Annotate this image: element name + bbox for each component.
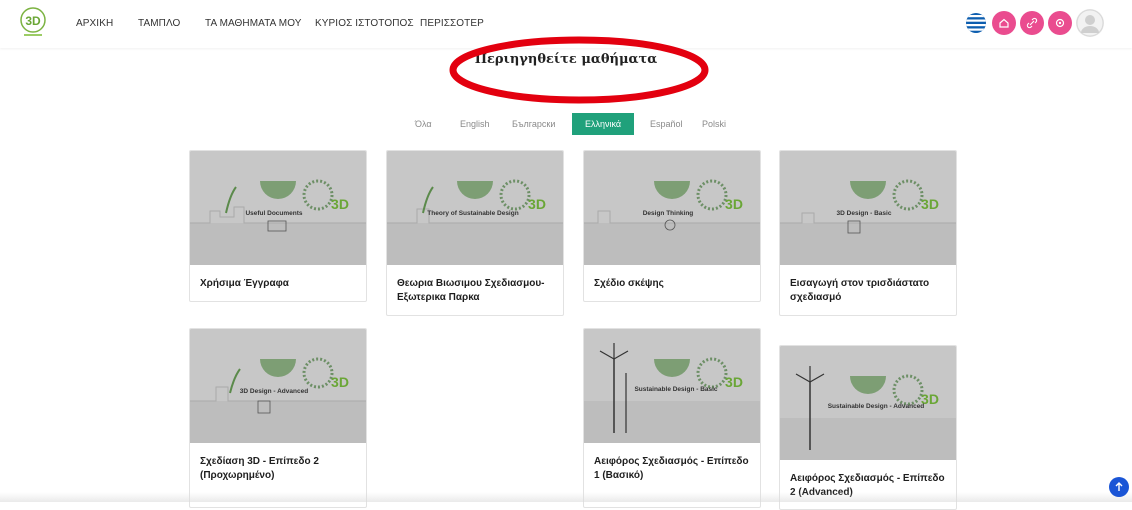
- home-icon[interactable]: [992, 11, 1016, 35]
- tab-all[interactable]: Όλα: [405, 113, 442, 135]
- course-banner-image: 3D Sustainable Design - Basic: [584, 329, 760, 443]
- course-title[interactable]: Χρήσιμα Έγγραφα: [190, 265, 366, 301]
- course-banner-image: 3D Design Thinking: [584, 151, 760, 265]
- banner-label: Useful Documents: [245, 210, 302, 217]
- course-title[interactable]: Σχέδιο σκέψης: [584, 265, 760, 301]
- bottom-shadow: [0, 492, 1132, 502]
- nav-home[interactable]: ΑΡΧΙΚΗ: [76, 18, 113, 29]
- nav-dashboard[interactable]: ΤΑΜΠΛΟ: [138, 18, 180, 29]
- site-logo[interactable]: 3D: [18, 6, 48, 38]
- arrow-up-icon: [1115, 482, 1123, 491]
- course-banner-image: 3D 3D Design - Basic: [780, 151, 956, 265]
- greece-flag-icon[interactable]: [964, 11, 988, 35]
- settings-icon[interactable]: [1048, 11, 1072, 35]
- course-title[interactable]: Θεωρια Βιωσιμου Σχεδιασμου- Εξωτερικα Πα…: [387, 265, 563, 315]
- tab-greek[interactable]: Ελληνικά: [572, 113, 634, 135]
- svg-text:3D: 3D: [528, 196, 546, 212]
- course-card[interactable]: 3D Theory of Sustainable Design Θεωρια Β…: [386, 150, 564, 316]
- course-card[interactable]: 3D Design Thinking Σχέδιο σκέψης: [583, 150, 761, 302]
- course-title[interactable]: Αειφόρος Σχεδιασμός - Επίπεδο 2 (Advance…: [780, 460, 956, 509]
- course-card[interactable]: 3D Useful Documents Χρήσιμα Έγγραφα: [189, 150, 367, 302]
- tab-bulgarian[interactable]: Български: [502, 113, 565, 135]
- banner-label: Sustainable Design - Basic: [634, 386, 717, 393]
- logo-text: 3D: [25, 14, 41, 28]
- banner-label: Theory of Sustainable Design: [427, 210, 518, 217]
- link-icon[interactable]: [1020, 11, 1044, 35]
- nav-main-site[interactable]: ΚΥΡΙΟΣ ΙΣΤΟΤΟΠΟΣ: [315, 18, 414, 29]
- tab-english[interactable]: English: [450, 113, 500, 135]
- course-card[interactable]: 3D Sustainable Design - Advanced Αειφόρο…: [779, 345, 957, 510]
- course-title[interactable]: Σχεδίαση 3D - Επίπεδο 2 (Προχωρημένο): [190, 443, 366, 493]
- svg-text:3D: 3D: [725, 374, 743, 390]
- tab-spanish[interactable]: Español: [640, 113, 693, 135]
- course-card[interactable]: 3D Sustainable Design - Basic Αειφόρος Σ…: [583, 328, 761, 508]
- course-card[interactable]: 3D 3D Design - Advanced Σχεδίαση 3D - Επ…: [189, 328, 367, 508]
- nav-more[interactable]: ΠΕΡΙΣΣΟΤΕΡ: [420, 18, 484, 29]
- tab-polish[interactable]: Polski: [692, 113, 736, 135]
- svg-text:3D: 3D: [331, 196, 349, 212]
- banner-label: Design Thinking: [643, 210, 694, 217]
- scroll-to-top-button[interactable]: [1109, 477, 1129, 497]
- course-banner-image: 3D Sustainable Design - Advanced: [780, 346, 956, 460]
- course-banner-image: 3D 3D Design - Advanced: [190, 329, 366, 443]
- annotation-ellipse: [449, 36, 709, 104]
- svg-text:3D: 3D: [725, 196, 743, 212]
- banner-label: 3D Design - Basic: [837, 210, 892, 217]
- banner-label: Sustainable Design - Advanced: [828, 403, 925, 410]
- user-avatar[interactable]: [1076, 9, 1104, 37]
- course-banner-image: 3D Theory of Sustainable Design: [387, 151, 563, 265]
- course-card[interactable]: 3D 3D Design - Basic Εισαγωγή στον τρισδ…: [779, 150, 957, 316]
- svg-text:3D: 3D: [921, 196, 939, 212]
- course-banner-image: 3D Useful Documents: [190, 151, 366, 265]
- course-title[interactable]: Εισαγωγή στον τρισδιάστατο σχεδιασμό: [780, 265, 956, 315]
- banner-label: 3D Design - Advanced: [240, 388, 308, 395]
- nav-right-actions: [964, 9, 1104, 37]
- svg-text:3D: 3D: [331, 374, 349, 390]
- language-filter-tabs: Όλα English Български Ελληνικά Español P…: [0, 113, 1132, 135]
- nav-my-courses[interactable]: ΤΑ ΜΑΘΗΜΑΤΑ ΜΟΥ: [205, 18, 302, 29]
- course-title[interactable]: Αειφόρος Σχεδιασμός - Επίπεδο 1 (Βασικό): [584, 443, 760, 493]
